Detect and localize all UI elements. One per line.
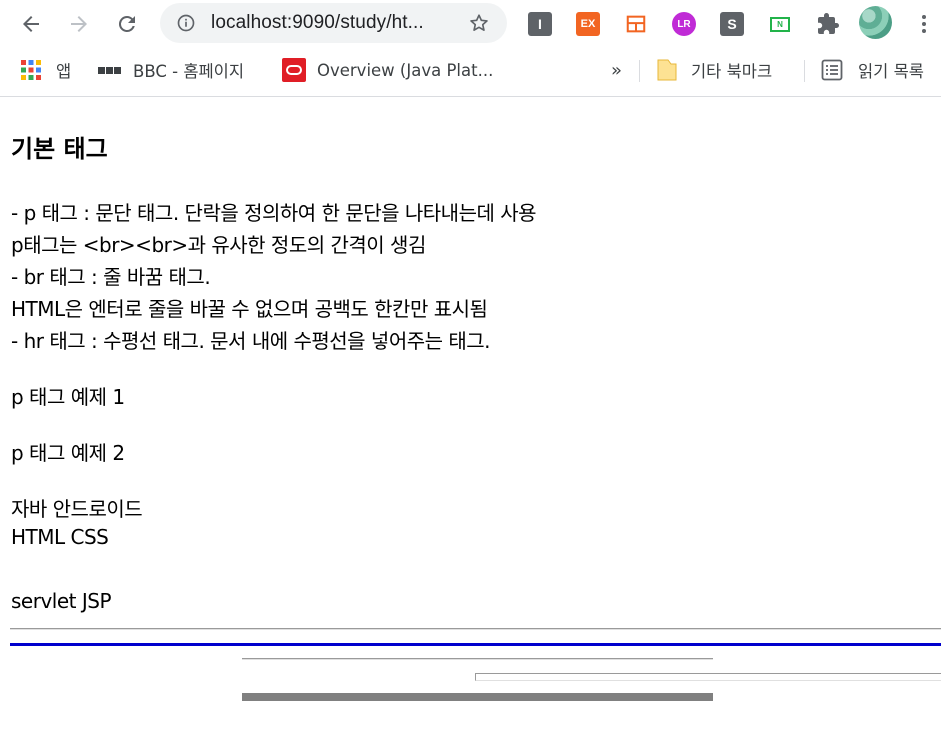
info-icon[interactable] — [176, 13, 196, 33]
bookmark-overflow-button[interactable]: » — [611, 58, 622, 82]
bookmark-apps[interactable]: 앱 — [20, 58, 71, 82]
text-line: HTML은 엔터로 줄을 바꿀 수 없으며 공백도 한칸만 표시됨 — [11, 297, 488, 321]
bookmark-apps-label: 앱 — [56, 62, 72, 81]
url-text[interactable]: localhost:9090/study/ht... — [211, 12, 424, 34]
reload-icon — [118, 15, 135, 32]
extensions-puzzle-icon[interactable] — [816, 12, 840, 36]
page-heading: 기본 태그 — [11, 135, 108, 163]
text-line: p태그는 <br><br>과 유사한 정도의 간격이 생김 — [11, 233, 426, 257]
horizontal-rule-centered — [242, 658, 713, 660]
extension-lr-icon[interactable]: LR — [672, 12, 696, 36]
browser-toolbar: localhost:9090/study/ht... I EX LR S N — [0, 0, 941, 48]
horizontal-rule-gray-thick — [242, 693, 713, 701]
reading-list-button[interactable]: 읽기 목록 — [821, 58, 924, 82]
extension-ex-icon[interactable]: EX — [576, 12, 600, 36]
extension-n-icon[interactable]: N — [768, 12, 792, 36]
back-button[interactable] — [15, 8, 47, 40]
text-java-android: 자바 안드로이드 — [11, 497, 143, 521]
reload-button[interactable] — [111, 8, 143, 40]
bbc-logo-icon — [98, 66, 121, 74]
bookmarks-bar: 앱 BBC - 홈페이지 Overview (Java Plat... » 기타… — [0, 48, 941, 97]
bookmark-bbc-label: BBC - 홈페이지 — [133, 62, 245, 81]
profile-avatar[interactable] — [859, 6, 892, 39]
bookmark-star-icon[interactable] — [468, 12, 490, 34]
text-line: - hr 태그 : 수평선 태그. 문서 내에 수평선을 넣어주는 태그. — [11, 329, 491, 353]
bookmark-java-overview[interactable]: Overview (Java Plat... — [282, 58, 493, 82]
bookmark-java-label: Overview (Java Plat... — [317, 60, 494, 80]
horizontal-rule-right — [475, 673, 941, 681]
reading-list-icon — [821, 59, 843, 81]
paragraph-example-1: p 태그 예제 1 — [11, 385, 125, 409]
horizontal-rule-blue — [10, 643, 941, 646]
bookmark-separator — [804, 60, 805, 82]
bookmark-bbc[interactable]: BBC - 홈페이지 — [98, 58, 244, 82]
text-line: - br 태그 : 줄 바꿈 태그. — [11, 265, 211, 289]
menu-dots-icon[interactable] — [912, 12, 936, 36]
bookmark-other-label: 기타 북마크 — [691, 62, 773, 81]
bookmark-other-folder[interactable]: 기타 북마크 — [656, 58, 772, 82]
oracle-logo-icon — [282, 58, 306, 82]
forward-button[interactable] — [63, 8, 95, 40]
reading-list-label: 읽기 목록 — [858, 62, 924, 81]
page-content: 기본 태그 - p 태그 : 문단 태그. 단락을 정의하여 한 문단을 나타내… — [0, 98, 941, 750]
extension-s-icon[interactable]: S — [720, 12, 744, 36]
arrow-right-icon — [71, 16, 87, 32]
address-bar[interactable]: localhost:9090/study/ht... — [160, 3, 507, 43]
paragraph-example-2: p 태그 예제 2 — [11, 441, 125, 465]
extension-layout-icon[interactable] — [624, 12, 648, 36]
text-line: - p 태그 : 문단 태그. 단락을 정의하여 한 문단을 나타내는데 사용 — [11, 201, 537, 225]
bookmark-separator — [639, 60, 640, 82]
extension-i-icon[interactable]: I — [528, 12, 552, 36]
folder-icon — [657, 59, 677, 81]
overflow-chevron-icon: » — [611, 59, 623, 81]
apps-grid-icon — [21, 60, 41, 80]
layout-icon — [626, 15, 646, 33]
arrow-left-icon — [23, 16, 39, 32]
text-html-css: HTML CSS — [11, 525, 109, 549]
text-servlet-jsp: servlet JSP — [11, 589, 112, 613]
horizontal-rule — [10, 628, 941, 630]
